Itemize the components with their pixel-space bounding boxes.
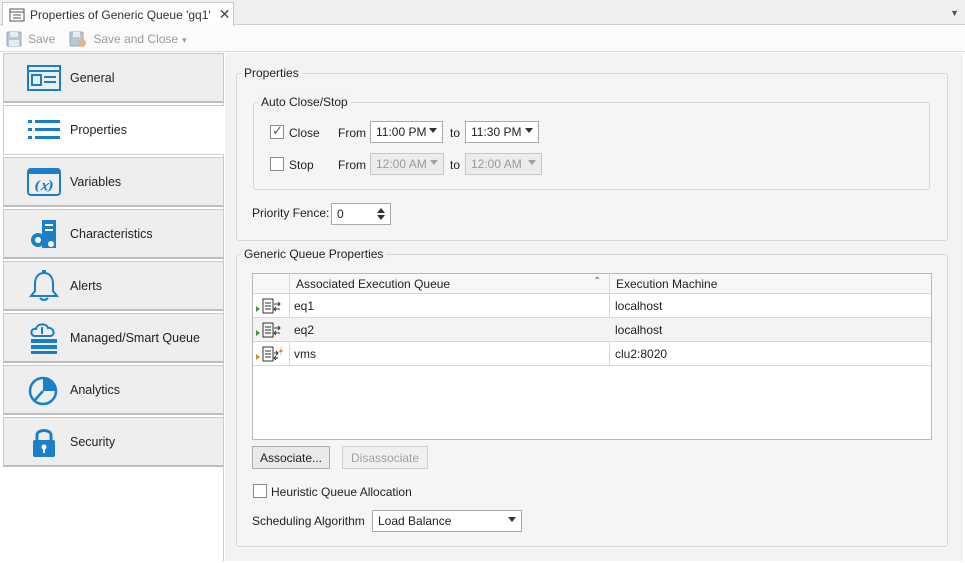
save-button[interactable]: Save — [6, 31, 55, 47]
general-icon — [26, 60, 62, 96]
associate-button[interactable]: Associate... — [252, 446, 330, 469]
close-icon[interactable]: ✕ — [219, 6, 231, 23]
nav-item-alerts[interactable]: Alerts — [3, 261, 224, 311]
document-tab-title: Properties of Generic Queue 'gq1' — [30, 7, 211, 22]
nav-item-general[interactable]: General — [3, 53, 224, 103]
stop-from-value: 12:00 AM — [376, 157, 427, 171]
scheduling-algorithm-dropdown[interactable]: Load Balance — [372, 510, 522, 532]
variables-icon: (𝑥) — [26, 164, 62, 200]
nav-item-label: Variables — [70, 174, 122, 189]
auto-close-stop-title: Auto Close/Stop — [258, 95, 351, 109]
smart-queue-icon — [262, 346, 283, 362]
machine-cell: localhost — [615, 323, 663, 337]
stop-checkbox[interactable] — [270, 157, 284, 171]
save-icon — [6, 31, 22, 46]
machine-cell: clu2:8020 — [615, 347, 668, 361]
toolbar-overflow-icon[interactable]: ▾ — [182, 35, 187, 46]
close-from-dropdown[interactable]: 11:00 PM — [370, 121, 443, 143]
close-checkbox[interactable] — [270, 123, 284, 139]
queue-cell: eq1 — [294, 299, 315, 313]
table-row[interactable]: vms clu2:8020 — [253, 342, 931, 366]
lock-icon — [26, 424, 62, 460]
close-to-label: to — [450, 126, 461, 140]
stop-to-value: 12:00 AM — [471, 157, 522, 171]
close-to-value: 11:30 PM — [471, 125, 522, 139]
row-indicator-icon — [256, 354, 260, 360]
save-and-close-button[interactable]: Save and Close ▾ — [69, 31, 187, 47]
save-close-icon — [69, 31, 87, 47]
stop-from-dropdown[interactable]: 12:00 AM — [370, 153, 444, 175]
row-indicator-icon — [256, 306, 260, 312]
grid-header: Associated Execution Queue ⌃ Execution M… — [253, 274, 931, 294]
close-label: Close — [289, 126, 320, 140]
queue-window-icon — [9, 8, 25, 21]
document-tab[interactable]: Properties of Generic Queue 'gq1' ✕ — [2, 2, 234, 26]
toolbar: Save Save and Close ▾ — [0, 26, 965, 52]
auto-close-stop-group — [253, 102, 930, 190]
characteristics-icon — [26, 216, 62, 252]
scheduling-algorithm-value: Load Balance — [378, 514, 452, 528]
main-panel: Properties Auto Close/Stop Close From 11… — [225, 53, 963, 561]
svg-text:(𝑥): (𝑥) — [34, 179, 54, 194]
properties-group-title: Properties — [241, 66, 302, 80]
stop-to-dropdown[interactable]: 12:00 AM — [465, 153, 542, 175]
stop-label: Stop — [289, 158, 314, 172]
chevron-down-icon — [528, 160, 536, 165]
stop-from-label: From — [338, 158, 366, 172]
stop-to-label: to — [450, 158, 461, 172]
column-header-associated-execution-queue[interactable]: Associated Execution Queue — [296, 277, 450, 291]
row-indicator-icon — [256, 330, 260, 336]
nav-item-label: Managed/Smart Queue — [70, 330, 200, 345]
nav-item-label: Alerts — [70, 278, 102, 293]
disassociate-button[interactable]: Disassociate — [342, 446, 428, 469]
nav-item-label: Security — [70, 434, 116, 449]
save-and-close-label: Save and Close — [93, 31, 179, 46]
nav-item-characteristics[interactable]: Characteristics — [3, 209, 224, 259]
execution-queue-icon — [262, 298, 281, 314]
nav-item-label: Characteristics — [70, 226, 153, 241]
save-label: Save — [28, 31, 56, 46]
queue-cell: eq2 — [294, 323, 315, 337]
spinner-down-icon[interactable] — [377, 215, 385, 220]
nav-item-properties[interactable]: Properties — [3, 105, 224, 155]
cloud-server-icon — [26, 320, 62, 356]
column-header-execution-machine[interactable]: Execution Machine — [616, 277, 717, 291]
nav-item-variables[interactable]: (𝑥) Variables — [3, 157, 224, 207]
chevron-down-icon — [429, 128, 437, 133]
queue-cell: vms — [294, 347, 316, 361]
nav-item-security[interactable]: Security — [3, 417, 224, 467]
bell-icon — [26, 268, 62, 304]
close-to-dropdown[interactable]: 11:30 PM — [465, 121, 539, 143]
nav-item-label: Properties — [70, 123, 127, 137]
nav-item-label: General — [70, 70, 115, 85]
pie-chart-icon — [26, 372, 62, 408]
close-from-label: From — [338, 126, 366, 140]
nav-item-label: Analytics — [70, 382, 121, 397]
generic-queue-properties-title: Generic Queue Properties — [241, 247, 387, 261]
list-icon — [26, 112, 62, 148]
chevron-down-icon — [525, 128, 533, 133]
priority-fence-label: Priority Fence: — [252, 206, 330, 220]
execution-queue-icon — [262, 322, 281, 338]
nav-item-managed-smart-queue[interactable]: Managed/Smart Queue — [3, 313, 224, 363]
spinner-up-icon[interactable] — [377, 208, 385, 213]
machine-cell: localhost — [615, 299, 663, 313]
chevron-down-icon — [430, 160, 438, 165]
document-tab-strip: Properties of Generic Queue 'gq1' ✕ ▼ — [0, 0, 965, 26]
priority-fence-value: 0 — [337, 207, 344, 221]
table-row[interactable]: eq1 localhost — [253, 294, 931, 318]
scheduling-algorithm-label: Scheduling Algorithm — [252, 514, 365, 528]
left-navigation: General Properties (𝑥) Variables Charact… — [2, 53, 224, 561]
table-row[interactable]: eq2 localhost — [253, 318, 931, 342]
heuristic-queue-allocation-checkbox[interactable] — [253, 484, 267, 498]
heuristic-queue-allocation-label: Heuristic Queue Allocation — [271, 485, 412, 499]
sort-ascending-icon: ⌃ — [593, 276, 602, 287]
associated-queues-grid: Associated Execution Queue ⌃ Execution M… — [252, 273, 932, 440]
nav-item-analytics[interactable]: Analytics — [3, 365, 224, 415]
priority-fence-spinner[interactable]: 0 — [331, 203, 391, 225]
chevron-down-icon[interactable]: ▼ — [950, 8, 959, 18]
chevron-down-icon — [508, 517, 516, 522]
close-from-value: 11:00 PM — [376, 125, 427, 139]
